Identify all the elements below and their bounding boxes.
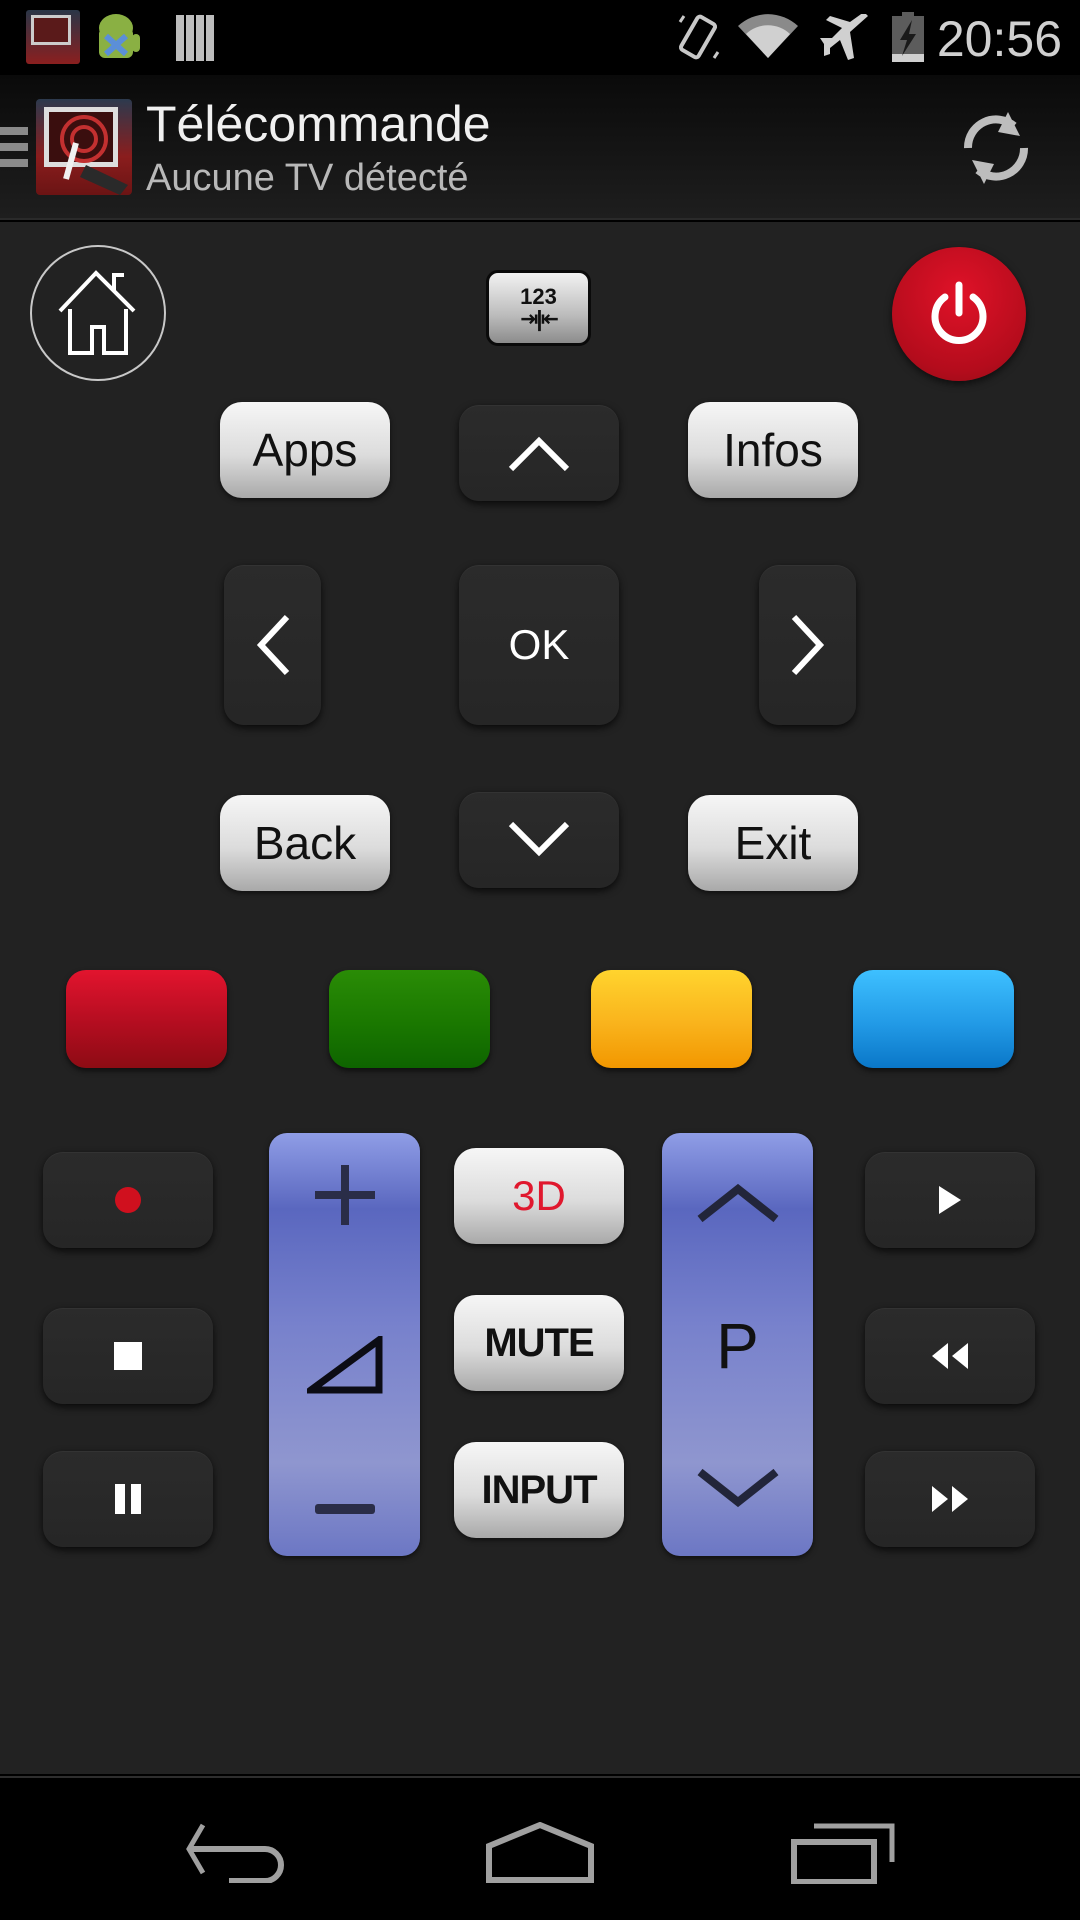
infos-button[interactable]: Infos bbox=[688, 402, 858, 498]
pause-button[interactable] bbox=[43, 1451, 213, 1547]
red-key[interactable] bbox=[66, 970, 227, 1068]
nav-home-button[interactable] bbox=[470, 1808, 610, 1898]
apps-label: Apps bbox=[252, 424, 358, 476]
apps-button[interactable]: Apps bbox=[220, 402, 390, 498]
record-button[interactable] bbox=[43, 1152, 213, 1248]
mute-button[interactable]: MUTE bbox=[454, 1295, 624, 1391]
fast-forward-icon bbox=[932, 1486, 968, 1512]
channel-rocker: P bbox=[662, 1133, 813, 1556]
refresh-icon[interactable] bbox=[960, 110, 1032, 186]
input-label: INPUT bbox=[481, 1467, 598, 1512]
up-button[interactable] bbox=[459, 405, 619, 501]
play-button[interactable] bbox=[865, 1152, 1035, 1248]
minus-icon[interactable] bbox=[313, 1502, 377, 1516]
down-button[interactable] bbox=[459, 792, 619, 888]
android-debug-icon bbox=[96, 8, 142, 66]
stop-button[interactable] bbox=[43, 1308, 213, 1404]
record-icon bbox=[115, 1187, 141, 1213]
back-button[interactable]: Back bbox=[220, 795, 390, 891]
exit-button[interactable]: Exit bbox=[688, 795, 858, 891]
battery-charging-icon bbox=[892, 12, 924, 62]
tv-home-button[interactable] bbox=[30, 245, 166, 381]
blue-key[interactable] bbox=[853, 970, 1014, 1068]
pause-icon bbox=[115, 1484, 141, 1514]
numpad-label-arrows: ⇥|⇤ bbox=[519, 306, 559, 331]
volume-rocker bbox=[269, 1133, 420, 1556]
back-label: Back bbox=[253, 817, 357, 869]
house-icon bbox=[58, 270, 136, 355]
storage-bars-icon bbox=[176, 15, 214, 61]
play-icon bbox=[939, 1186, 961, 1214]
action-bar: Télécommande Aucune TV détecté bbox=[0, 75, 1080, 220]
yellow-key[interactable] bbox=[591, 970, 752, 1068]
clock: 20:56 bbox=[936, 11, 1062, 67]
vibrate-icon bbox=[676, 12, 722, 62]
mute-label: MUTE bbox=[484, 1320, 594, 1365]
ok-label: OK bbox=[508, 621, 570, 668]
app-logo[interactable] bbox=[36, 99, 132, 195]
status-bar: 20:56 bbox=[0, 0, 1080, 75]
remote-app-notification-icon bbox=[26, 10, 80, 64]
nav-recents-button[interactable] bbox=[775, 1808, 915, 1898]
power-button[interactable] bbox=[892, 247, 1026, 381]
wifi-icon bbox=[736, 14, 800, 60]
back-icon bbox=[186, 1823, 284, 1883]
home-icon bbox=[486, 1822, 594, 1883]
rewind-icon bbox=[932, 1343, 968, 1369]
system-nav-bar bbox=[0, 1776, 1080, 1920]
connection-status: Aucune TV détecté bbox=[146, 157, 469, 199]
infos-label: Infos bbox=[723, 424, 823, 476]
power-icon bbox=[931, 281, 987, 344]
airplane-mode-icon bbox=[820, 12, 872, 62]
remote-panel: 123 ⇥|⇤ Apps Infos OK Back Exit 3D MUTE … bbox=[0, 222, 1080, 1774]
numpad-button[interactable]: 123 ⇥|⇤ bbox=[486, 270, 591, 346]
chevron-down-icon bbox=[508, 821, 570, 857]
menu-drawer-icon[interactable] bbox=[0, 127, 28, 173]
chevron-down-icon[interactable] bbox=[696, 1468, 780, 1508]
chevron-up-icon[interactable] bbox=[696, 1183, 780, 1223]
recent-apps-icon bbox=[791, 1823, 895, 1884]
3d-button[interactable]: 3D bbox=[454, 1148, 624, 1244]
nav-back-button[interactable] bbox=[170, 1808, 310, 1898]
channel-label: P bbox=[716, 1309, 759, 1382]
stop-icon bbox=[114, 1342, 142, 1370]
right-button[interactable] bbox=[759, 565, 856, 725]
rewind-button[interactable] bbox=[865, 1308, 1035, 1404]
chevron-right-icon bbox=[791, 614, 824, 676]
green-key[interactable] bbox=[329, 970, 490, 1068]
left-button[interactable] bbox=[224, 565, 321, 725]
plus-icon[interactable] bbox=[313, 1163, 377, 1227]
numpad-label-digits: 123 bbox=[520, 284, 557, 309]
3d-label: 3D bbox=[512, 1172, 566, 1219]
input-button[interactable]: INPUT bbox=[454, 1442, 624, 1538]
chevron-up-icon bbox=[508, 436, 570, 472]
app-title: Télécommande bbox=[146, 96, 491, 152]
exit-label: Exit bbox=[734, 817, 812, 869]
ok-button[interactable]: OK bbox=[459, 565, 619, 725]
chevron-left-icon bbox=[256, 614, 289, 676]
fast-forward-button[interactable] bbox=[865, 1451, 1035, 1547]
volume-triangle-icon bbox=[306, 1335, 382, 1393]
